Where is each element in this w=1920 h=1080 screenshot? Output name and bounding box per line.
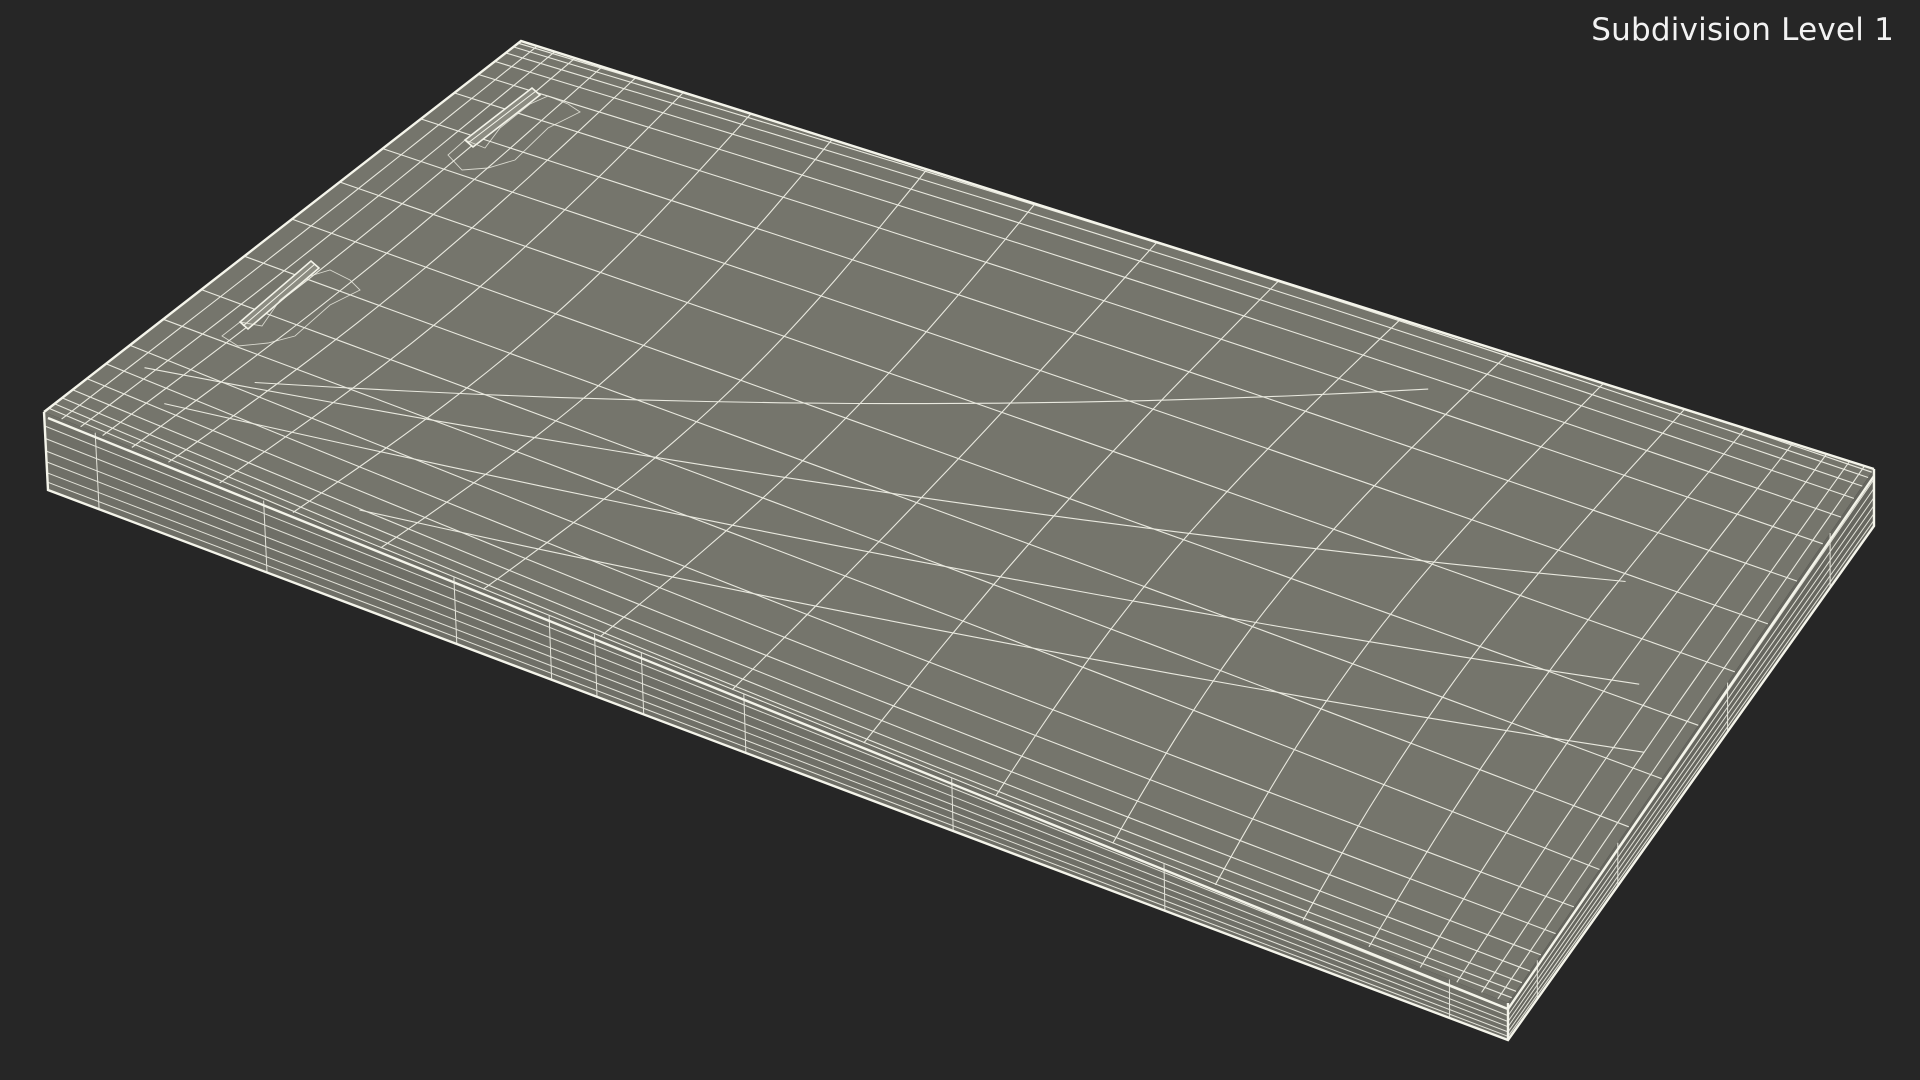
wireframe-slab-render — [42, 39, 1876, 1042]
render-viewport: Subdivision Level 1 — [0, 0, 1920, 1080]
subdivision-level-label: Subdivision Level 1 — [1591, 12, 1894, 48]
